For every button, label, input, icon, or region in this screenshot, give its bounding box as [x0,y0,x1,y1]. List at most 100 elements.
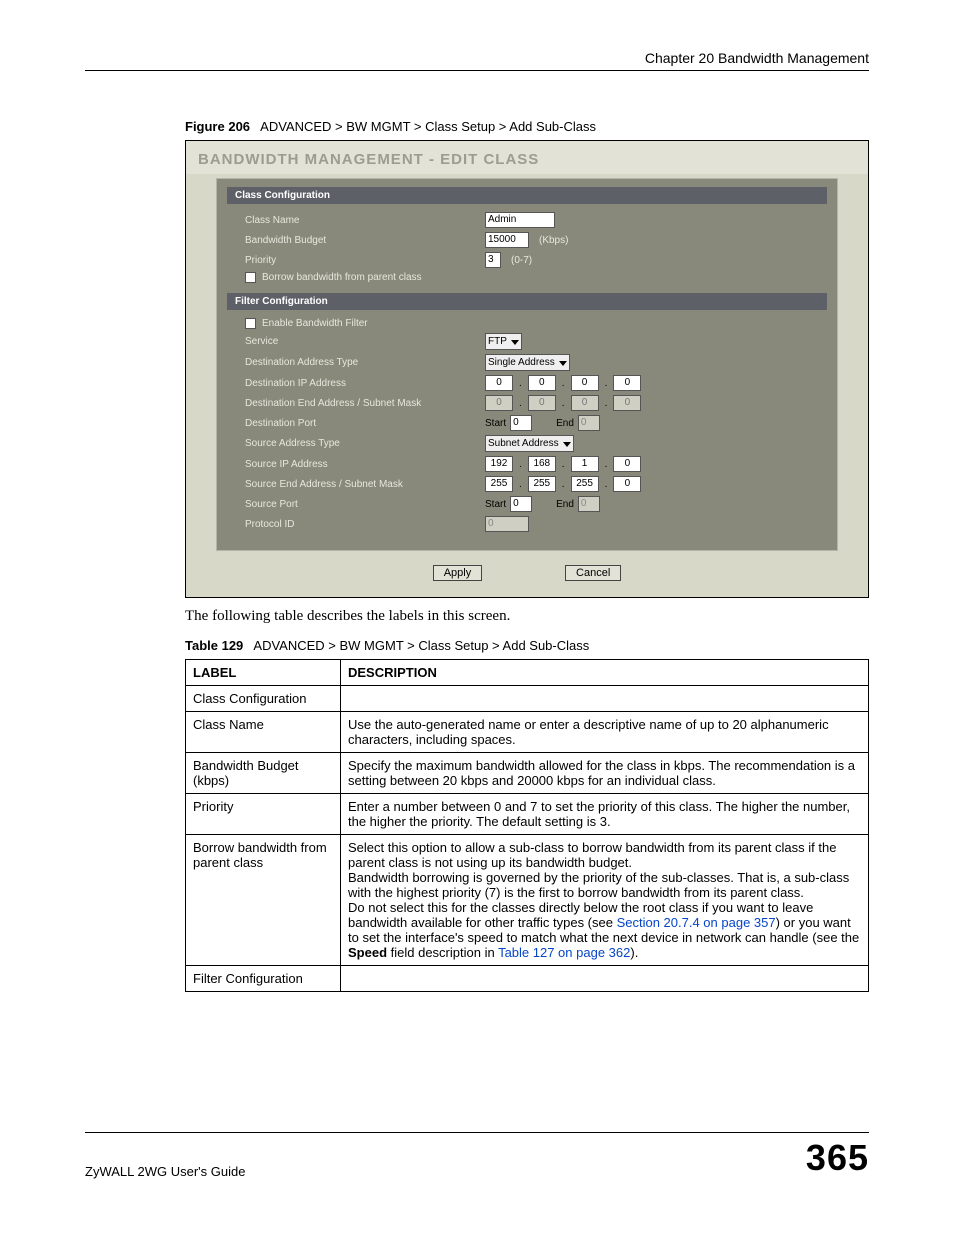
description-table: LABEL DESCRIPTION Class Configuration Cl… [185,659,869,992]
src-end-label: Source End Address / Subnet Mask [245,479,485,490]
figure-caption: Figure 206 ADVANCED > BW MGMT > Class Se… [185,119,869,134]
cell-label: Filter Configuration [186,966,341,992]
dest-port-start-input[interactable]: 0 [510,415,532,431]
src-ip-octet1[interactable]: 192 [485,456,513,472]
protocol-input[interactable]: 0 [485,516,529,532]
dest-ip-label: Destination IP Address [245,378,485,389]
enable-filter-label: Enable Bandwidth Filter [262,318,368,329]
link-table-127[interactable]: Table 127 on page 362 [498,945,630,960]
dest-port-start-label: Start [485,418,506,429]
apply-button[interactable]: Apply [433,565,483,581]
dest-end-octet3[interactable]: 0 [571,395,599,411]
src-end-octet2[interactable]: 255 [528,476,556,492]
src-port-row: Source Port Start 0 End 0 [217,494,837,514]
src-port-end-label: End [556,499,574,510]
table-caption: Table 129 ADVANCED > BW MGMT > Class Set… [185,638,869,653]
cell-desc: Enter a number between 0 and 7 to set th… [341,794,869,835]
service-row: Service FTP [217,331,837,352]
cell-desc: Specify the maximum bandwidth allowed fo… [341,753,869,794]
src-port-start-input[interactable]: 0 [510,496,532,512]
src-ip-octet4[interactable]: 0 [613,456,641,472]
class-name-input[interactable]: Admin [485,212,555,228]
footer-guide-name: ZyWALL 2WG User's Guide [85,1164,245,1179]
src-port-label: Source Port [245,499,485,510]
dest-port-end-label: End [556,418,574,429]
bandwidth-budget-input[interactable]: 15000 [485,232,529,248]
src-end-row: Source End Address / Subnet Mask 255. 25… [217,474,837,494]
src-end-octet3[interactable]: 255 [571,476,599,492]
borrow-row: Borrow bandwidth from parent class [217,270,837,285]
chapter-header: Chapter 20 Bandwidth Management [85,50,869,71]
table-row: Class Configuration [186,686,869,712]
dest-ip-octet1[interactable]: 0 [485,375,513,391]
cell-desc: Select this option to allow a sub-class … [341,835,869,966]
cell-label: Borrow bandwidth from parent class [186,835,341,966]
cell-desc [341,966,869,992]
borrow-p3d: ). [630,945,638,960]
dest-ip-octet4[interactable]: 0 [613,375,641,391]
table-header-row: LABEL DESCRIPTION [186,660,869,686]
src-end-octet4[interactable]: 0 [613,476,641,492]
bandwidth-budget-label: Bandwidth Budget [245,235,485,246]
dest-end-row: Destination End Address / Subnet Mask 0.… [217,393,837,413]
src-addr-type-label: Source Address Type [245,438,485,449]
borrow-desc-p3: Do not select this for the classes direc… [348,900,861,960]
page-footer: ZyWALL 2WG User's Guide 365 [85,1132,869,1179]
table-row: Filter Configuration [186,966,869,992]
dest-ip-octet2[interactable]: 0 [528,375,556,391]
src-ip-octet2[interactable]: 168 [528,456,556,472]
dest-addr-type-select[interactable]: Single Address [485,354,570,371]
borrow-checkbox[interactable] [245,272,256,283]
dest-end-octet2[interactable]: 0 [528,395,556,411]
cancel-button[interactable]: Cancel [565,565,621,581]
borrow-p3c: field description in [387,945,498,960]
dest-end-octet4[interactable]: 0 [613,395,641,411]
dest-ip-octet3[interactable]: 0 [571,375,599,391]
footer-page-number: 365 [806,1137,869,1179]
figure-number: Figure 206 [185,119,250,134]
src-addr-type-select[interactable]: Subnet Address [485,435,574,452]
dest-port-end-input[interactable]: 0 [578,415,600,431]
protocol-label: Protocol ID [245,519,485,530]
speed-bold: Speed [348,945,387,960]
cell-label: Bandwidth Budget (kbps) [186,753,341,794]
bandwidth-budget-unit: (Kbps) [539,235,568,246]
dest-end-label: Destination End Address / Subnet Mask [245,398,485,409]
src-ip-row: Source IP Address 192. 168. 1. 0 [217,454,837,474]
cell-label: Priority [186,794,341,835]
figure-title: ADVANCED > BW MGMT > Class Setup > Add S… [260,119,596,134]
borrow-desc-p2: Bandwidth borrowing is governed by the p… [348,870,861,900]
bandwidth-budget-row: Bandwidth Budget 15000 (Kbps) [217,230,837,250]
th-label: LABEL [186,660,341,686]
panel-title: BANDWIDTH MANAGEMENT - EDIT CLASS [186,141,868,174]
body-paragraph: The following table describes the labels… [185,608,869,625]
dest-end-octet1[interactable]: 0 [485,395,513,411]
src-ip-octet3[interactable]: 1 [571,456,599,472]
src-ip-label: Source IP Address [245,459,485,470]
src-port-end-input[interactable]: 0 [578,496,600,512]
cell-desc [341,686,869,712]
enable-filter-checkbox[interactable] [245,318,256,329]
edit-class-panel: BANDWIDTH MANAGEMENT - EDIT CLASS Class … [185,140,869,598]
button-row: Apply Cancel [186,565,868,581]
service-select[interactable]: FTP [485,333,522,350]
priority-label: Priority [245,255,485,266]
borrow-desc-p1: Select this option to allow a sub-class … [348,840,861,870]
dest-port-row: Destination Port Start 0 End 0 [217,413,837,433]
dest-addr-type-row: Destination Address Type Single Address [217,352,837,373]
table-number: Table 129 [185,638,243,653]
table-row: Priority Enter a number between 0 and 7 … [186,794,869,835]
dest-port-label: Destination Port [245,418,485,429]
table-row: Bandwidth Budget (kbps) Specify the maxi… [186,753,869,794]
link-section-20-7-4[interactable]: Section 20.7.4 on page 357 [617,915,776,930]
service-label: Service [245,336,485,347]
th-description: DESCRIPTION [341,660,869,686]
class-name-row: Class Name Admin [217,210,837,230]
priority-unit: (0-7) [511,255,532,266]
src-end-octet1[interactable]: 255 [485,476,513,492]
cell-label: Class Configuration [186,686,341,712]
cell-desc: Use the auto-generated name or enter a d… [341,712,869,753]
protocol-row: Protocol ID 0 [217,514,837,534]
priority-input[interactable]: 3 [485,252,501,268]
borrow-label: Borrow bandwidth from parent class [262,272,422,283]
